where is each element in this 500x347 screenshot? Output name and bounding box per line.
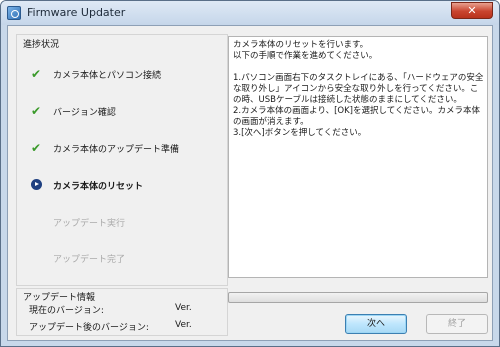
instruction-line: カメラ本体のリセットを行います。 <box>233 40 369 50</box>
step-label: バージョン確認 <box>53 108 116 118</box>
instruction-line: 2.カメラ本体の画面より、[OK]を選択してください。カメラ本体の画面が消えます… <box>233 106 480 127</box>
step-label: アップデート完了 <box>53 255 126 265</box>
step-label: カメラ本体とパソコン接続 <box>53 71 162 81</box>
current-step-arrow-icon <box>31 178 43 192</box>
firmware-updater-window: Firmware Updater ✕ 進捗状況 ✔ カメラ本体とパソコン接続 ✔… <box>0 0 500 347</box>
app-icon <box>7 6 21 20</box>
new-version-value: Ver. <box>175 320 192 330</box>
step-label: カメラ本体のアップデート準備 <box>53 145 180 155</box>
instructions-text-box[interactable]: カメラ本体のリセットを行います。 以下の手順で作業を進めてください。 ​ 1.パ… <box>228 36 488 278</box>
dialog-client-area: 進捗状況 ✔ カメラ本体とパソコン接続 ✔ バージョン確認 ✔ カメラ本体のアッ… <box>7 25 493 341</box>
window-title: Firmware Updater <box>27 6 126 19</box>
instruction-line: 1.パソコン画面右下のタスクトレイにある、「ハードウェアの安全な取り外し」アイコ… <box>233 73 484 105</box>
title-bar[interactable]: Firmware Updater ✕ <box>1 1 499 25</box>
step-label: アップデート実行 <box>53 219 126 229</box>
step-label: カメラ本体のリセット <box>53 182 144 192</box>
update-info-panel: アップデート情報 現在のバージョン: Ver. アップデート後のバージョン: V… <box>16 288 228 336</box>
next-button[interactable]: 次へ <box>345 314 407 334</box>
instruction-line: ​ <box>233 62 484 73</box>
current-version-value: Ver. <box>175 303 192 313</box>
check-icon: ✔ <box>31 141 42 155</box>
progress-status-panel: 進捗状況 ✔ カメラ本体とパソコン接続 ✔ バージョン確認 ✔ カメラ本体のアッ… <box>16 34 228 286</box>
instruction-line: 以下の手順で作業を進めてください。 <box>233 51 378 61</box>
new-version-label: アップデート後のバージョン: <box>29 323 149 333</box>
current-version-label: 現在のバージョン: <box>29 306 104 316</box>
check-icon: ✔ <box>31 67 42 81</box>
update-info-title: アップデート情報 <box>23 293 96 303</box>
update-progress-bar <box>228 292 488 303</box>
finish-button[interactable]: 終了 <box>426 314 488 334</box>
progress-group-label: 進捗状況 <box>23 40 60 50</box>
close-button[interactable]: ✕ <box>451 2 493 19</box>
instruction-line: 3.[次へ]ボタンを押してください。 <box>233 128 367 138</box>
check-icon: ✔ <box>31 104 42 118</box>
